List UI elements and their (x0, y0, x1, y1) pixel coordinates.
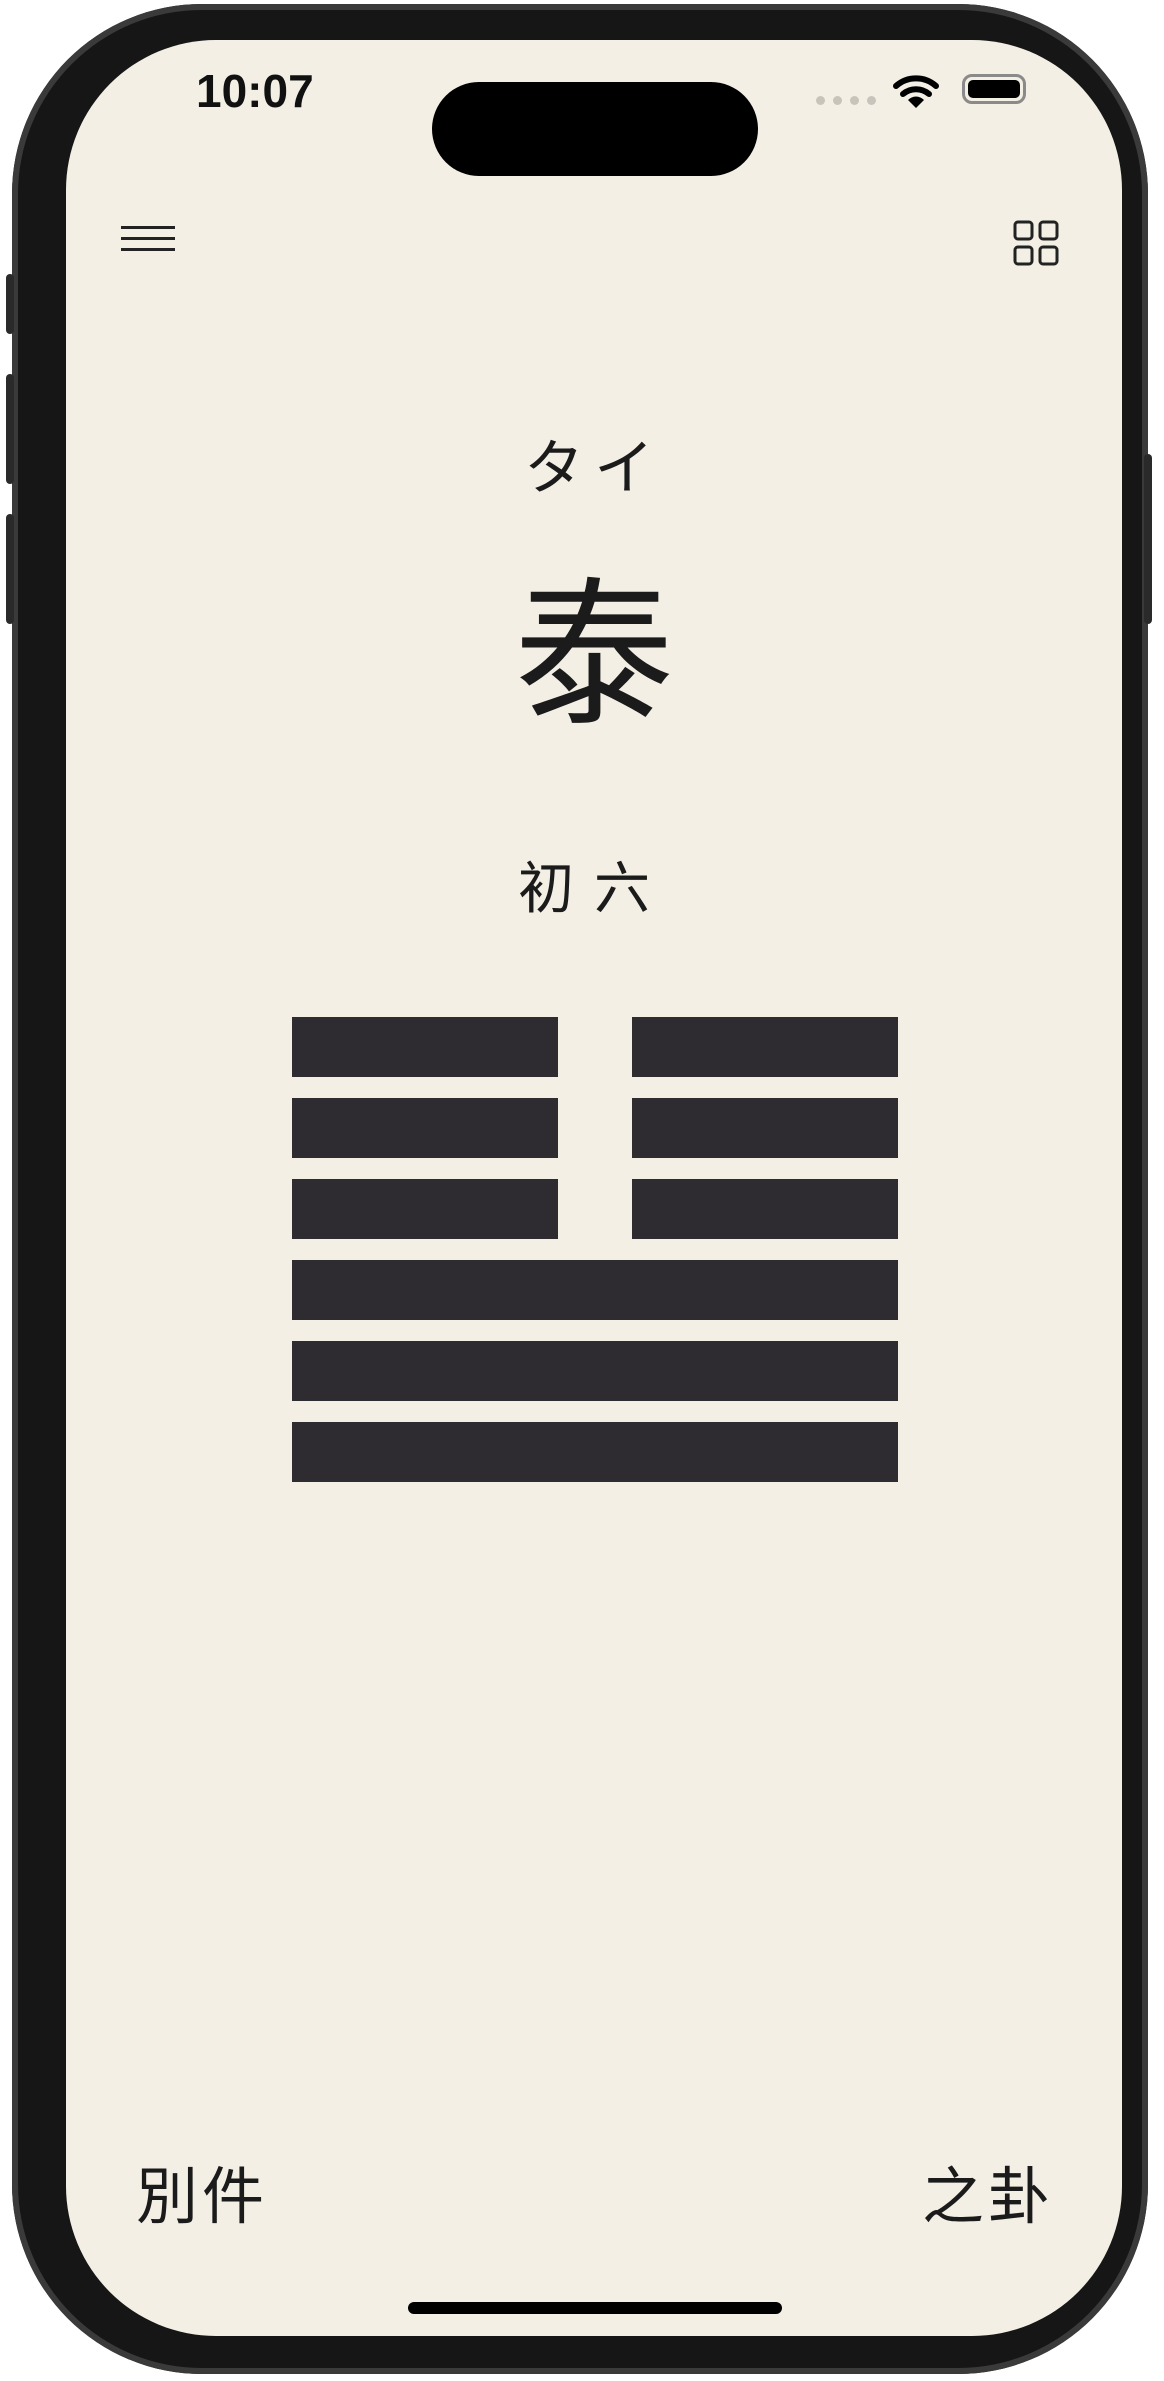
volume-down-button (6, 514, 14, 624)
yin-line-segment-left (292, 1098, 558, 1158)
phone-frame: 10:07 タイ 泰 初六 別件 之卦 (6, 4, 1152, 2374)
yin-line (292, 1179, 898, 1239)
yin-line-segment-left (292, 1017, 558, 1077)
yang-line (292, 1341, 898, 1401)
hexagram-reading: タイ (524, 434, 664, 504)
cellular-signal-icon (816, 96, 876, 105)
yin-line-segment-left (292, 1179, 558, 1239)
yin-line-segment-right (632, 1179, 898, 1239)
app-screen: 10:07 タイ 泰 初六 別件 之卦 (66, 40, 1122, 2336)
yang-line-segment (292, 1260, 898, 1320)
line-label: 初六 (518, 857, 670, 922)
hexagram-figure[interactable] (292, 1017, 898, 1503)
status-time: 10:07 (196, 65, 314, 117)
yang-line-segment (292, 1422, 898, 1482)
yang-line (292, 1422, 898, 1482)
hexagram-name: 泰 (513, 562, 674, 749)
yin-line-segment-right (632, 1098, 898, 1158)
battery-icon (962, 74, 1026, 104)
yang-line-segment (292, 1341, 898, 1401)
hamburger-menu-icon[interactable] (121, 226, 175, 252)
grid-view-icon[interactable] (1013, 220, 1059, 266)
home-indicator[interactable] (408, 2302, 782, 2314)
power-button (1144, 454, 1152, 624)
yin-line-segment-right (632, 1017, 898, 1077)
wifi-icon (893, 75, 939, 108)
action-button (6, 274, 14, 334)
yang-line (292, 1260, 898, 1320)
yin-line (292, 1098, 898, 1158)
yin-line (292, 1017, 898, 1077)
other-matter-button[interactable]: 別件 (136, 2146, 268, 2236)
volume-up-button (6, 374, 14, 484)
dynamic-island (432, 82, 758, 176)
changed-hexagram-button[interactable]: 之卦 (922, 2146, 1054, 2236)
